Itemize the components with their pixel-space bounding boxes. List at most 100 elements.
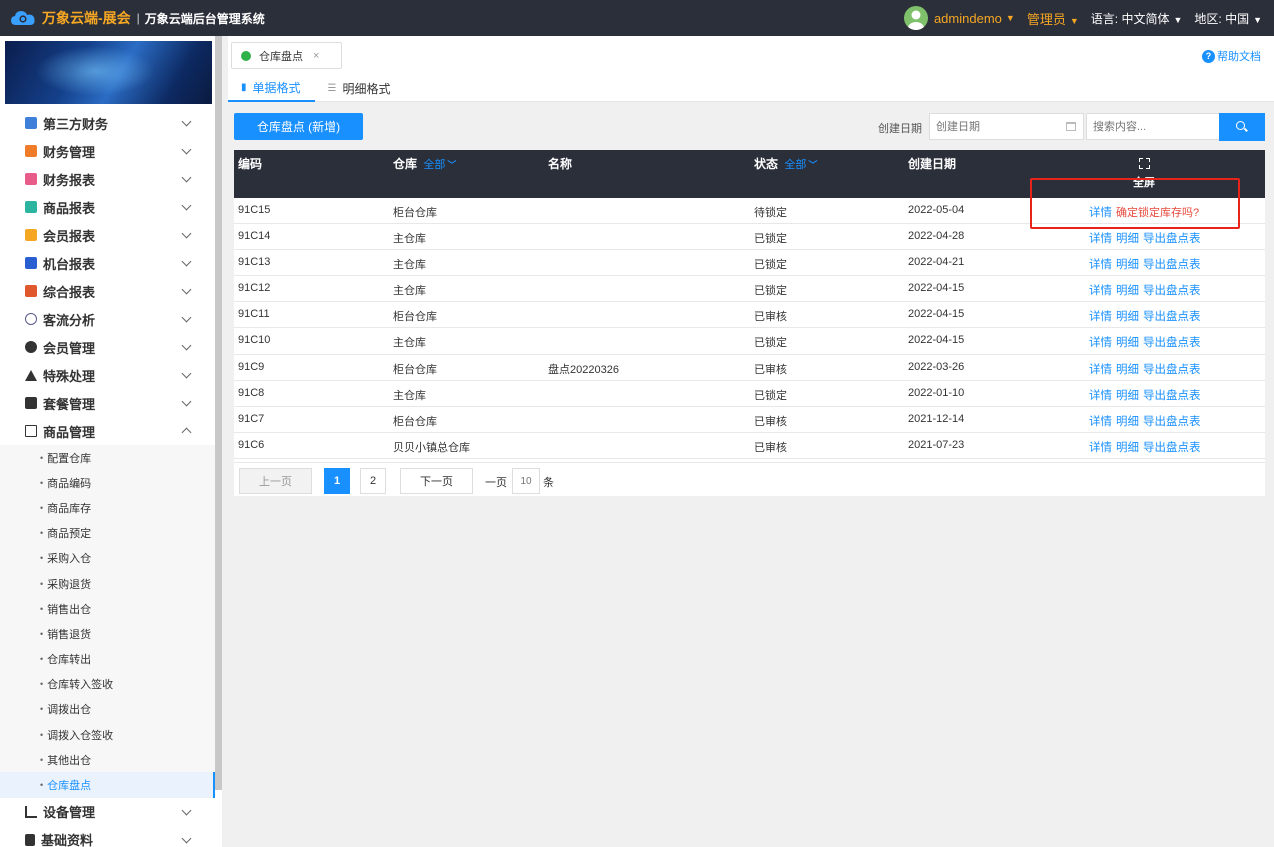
submenu-item-allocation-out[interactable]: 调拨出仓 (0, 697, 215, 722)
close-icon[interactable]: × (313, 50, 319, 62)
machine-report-icon (25, 257, 37, 269)
submenu-item-configure-warehouse[interactable]: 配置仓库 (0, 445, 215, 470)
next-page-button[interactable]: 下一页 (400, 468, 473, 494)
submenu-item-other-out[interactable]: 其他出仓 (0, 747, 215, 772)
line-items-link[interactable]: 明细 (1116, 259, 1139, 271)
submenu-item-purchase-return[interactable]: 采购退货 (0, 571, 215, 596)
sidebar-item-goods-report[interactable]: 商品报表 (0, 193, 215, 221)
detail-link[interactable]: 详情 (1089, 207, 1112, 219)
submenu-item-warehouse-inventory[interactable]: 仓库盘点 (0, 772, 215, 798)
traffic-icon (25, 313, 37, 325)
region-menu[interactable]: 地区: 中国 ▼ (1194, 10, 1262, 27)
per-page-input[interactable] (512, 468, 540, 494)
page-button-1[interactable]: 1 (324, 468, 350, 494)
sidebar-item-label: 基础资料 (41, 833, 94, 847)
submenu-item-goods-reserve[interactable]: 商品预定 (0, 521, 215, 546)
line-items-link[interactable]: 明细 (1116, 364, 1139, 376)
detail-link[interactable]: 详情 (1089, 259, 1112, 271)
cell-status: 已审核 (754, 415, 787, 428)
cell-code: 91C15 (238, 204, 271, 216)
user-name: admindemo (933, 10, 1002, 26)
sidebar-scrollbar[interactable] (215, 36, 222, 790)
line-items-link[interactable]: 明细 (1116, 337, 1139, 349)
add-inventory-button[interactable]: 仓库盘点 (新增) (234, 113, 363, 140)
submenu-item-sales-return[interactable]: 销售退货 (0, 621, 215, 646)
cell-actions: 详情 明细 导出盘点表 (1089, 334, 1205, 350)
detail-link[interactable]: 详情 (1089, 337, 1112, 349)
sidebar-item-machine-report[interactable]: 机台报表 (0, 249, 215, 277)
chevron-down-icon (181, 116, 192, 127)
detail-link[interactable]: 详情 (1089, 390, 1112, 402)
line-items-link[interactable]: 明细 (1116, 233, 1139, 245)
cell-actions: 详情 明细 导出盘点表 (1089, 282, 1205, 298)
sidebar-item-special-handling[interactable]: 特殊处理 (0, 361, 215, 389)
export-sheet-link[interactable]: 导出盘点表 (1143, 259, 1201, 271)
role-label: 管理员 (1026, 11, 1066, 27)
line-items-link[interactable]: 明细 (1116, 311, 1139, 323)
sidebar-item-member-report[interactable]: 会员报表 (0, 221, 215, 249)
table-body: 91C15 柜台仓库 待锁定 2022-05-04 详情 确定锁定库存吗? 91C… (234, 198, 1265, 459)
export-sheet-link[interactable]: 导出盘点表 (1143, 337, 1201, 349)
export-sheet-link[interactable]: 导出盘点表 (1143, 390, 1201, 402)
tab-document-format[interactable]: ▮ 单据格式 (228, 75, 315, 102)
submenu-item-sales-out[interactable]: 销售出仓 (0, 596, 215, 621)
sidebar-item-composite-report[interactable]: 综合报表 (0, 277, 215, 305)
detail-link[interactable]: 详情 (1089, 442, 1112, 454)
logo[interactable]: 万象云端-展会 | 万象云端后台管理系统 (0, 8, 265, 28)
page-button-2[interactable]: 2 (360, 468, 386, 494)
cell-date: 2021-12-14 (908, 412, 965, 425)
export-sheet-link[interactable]: 导出盘点表 (1143, 233, 1201, 245)
detail-link[interactable]: 详情 (1089, 364, 1112, 376)
sidebar-item-member-management[interactable]: 会员管理 (0, 333, 215, 361)
status-filter-dropdown[interactable]: 全部 (784, 159, 806, 171)
export-sheet-link[interactable]: 导出盘点表 (1143, 416, 1201, 428)
cell-date: 2022-03-26 (908, 360, 965, 373)
lock-stock-confirm-link[interactable]: 确定锁定库存吗? (1116, 207, 1199, 219)
sidebar-item-finance-report[interactable]: 财务报表 (0, 165, 215, 193)
submenu-item-goods-stock[interactable]: 商品库存 (0, 495, 215, 520)
user-menu[interactable]: admindemo ▼ (903, 6, 1015, 30)
page-tab-warehouse-inventory[interactable]: 仓库盘点 × (231, 42, 342, 69)
cloud-logo-icon (10, 8, 36, 28)
line-items-link[interactable]: 明细 (1116, 390, 1139, 402)
sidebar-item-basic-data[interactable]: 基础资料 (0, 826, 215, 847)
submenu-item-warehouse-transfer-in[interactable]: 仓库转入签收 (0, 672, 215, 697)
fullscreen-button[interactable]: 全屏 (1124, 158, 1164, 190)
language-menu[interactable]: 语言: 中文简体 ▼ (1091, 10, 1183, 27)
submenu-item-purchase-in[interactable]: 采购入仓 (0, 546, 215, 571)
sidebar-item-finance-management[interactable]: 财务管理 (0, 137, 215, 165)
tab-detail-format[interactable]: ☰ 明细格式 (315, 75, 405, 102)
detail-link[interactable]: 详情 (1089, 285, 1112, 297)
detail-link[interactable]: 详情 (1089, 311, 1112, 323)
export-sheet-link[interactable]: 导出盘点表 (1143, 442, 1201, 454)
prev-page-button[interactable]: 上一页 (239, 468, 312, 494)
help-docs-link[interactable]: ? 帮助文档 (1202, 48, 1261, 64)
search-button[interactable] (1219, 113, 1265, 141)
create-date-input[interactable] (929, 113, 1084, 140)
sidebar-item-package-management[interactable]: 套餐管理 (0, 389, 215, 417)
warehouse-filter-dropdown[interactable]: 全部 (423, 159, 445, 171)
line-items-link[interactable]: 明细 (1116, 285, 1139, 297)
cell-status: 待锁定 (754, 207, 787, 219)
ledger-icon (25, 145, 37, 157)
column-header-date: 创建日期 (908, 155, 956, 172)
detail-link[interactable]: 详情 (1089, 416, 1112, 428)
export-sheet-link[interactable]: 导出盘点表 (1143, 364, 1201, 376)
cell-warehouse: 主仓库 (393, 389, 426, 402)
layers-icon (25, 285, 37, 297)
line-items-link[interactable]: 明细 (1116, 416, 1139, 428)
sidebar-item-third-party-finance[interactable]: 第三方财务 (0, 109, 215, 137)
cell-date: 2022-01-10 (908, 386, 965, 399)
search-input[interactable] (1086, 113, 1220, 140)
export-sheet-link[interactable]: 导出盘点表 (1143, 311, 1201, 323)
line-items-link[interactable]: 明细 (1116, 442, 1139, 454)
export-sheet-link[interactable]: 导出盘点表 (1143, 285, 1201, 297)
sidebar-item-goods-management[interactable]: 商品管理 (0, 417, 215, 445)
sidebar-item-traffic-analysis[interactable]: 客流分析 (0, 305, 215, 333)
submenu-item-goods-code[interactable]: 商品编码 (0, 470, 215, 495)
submenu-item-warehouse-transfer-out[interactable]: 仓库转出 (0, 647, 215, 672)
detail-link[interactable]: 详情 (1089, 233, 1112, 245)
submenu-item-allocation-in[interactable]: 调拨入仓签收 (0, 722, 215, 747)
role-menu[interactable]: 管理员 ▼ (1027, 9, 1079, 28)
sidebar-item-device-management[interactable]: 设备管理 (0, 798, 215, 826)
